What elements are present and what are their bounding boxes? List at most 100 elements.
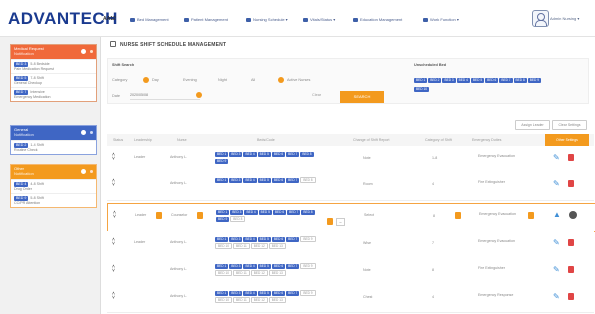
toggle-icon[interactable] [81,130,86,135]
notification-card[interactable]: BED 9 5-8 Shift CC/PR Attention [11,193,96,207]
group-header[interactable]: Other Notification [11,165,96,179]
bed-chip[interactable]: BED 9 [527,78,541,83]
bed-chip-unassigned[interactable]: BED 12 [250,297,268,303]
bed-chip[interactable]: BED 7 [286,178,300,183]
bed-chip[interactable]: BED 9 [216,217,230,222]
clear-button[interactable]: Clear [312,93,321,97]
bed-chip-unassigned[interactable]: BED 13 [268,297,286,303]
radio-day-icon[interactable] [143,77,149,83]
bed-chip[interactable]: BED 4 [243,291,257,296]
bed-chip-unassigned[interactable]: BED 8 [230,216,246,222]
reorder-arrows-icon[interactable]: ˄ ˅ [112,153,115,162]
bed-chip[interactable]: BED 5 [258,210,272,215]
bed-chip-unassigned[interactable]: BED 13 [268,270,286,276]
nav-vitals[interactable]: Vitals/Status ▾ [303,17,335,22]
bed-chip[interactable]: BED 4 [244,210,258,215]
category-dropdown-icon[interactable] [455,212,461,219]
toggle-icon[interactable] [81,169,86,174]
delete-icon[interactable] [568,154,574,161]
notification-card[interactable]: BED 4 4-8 Shift Drug Order [11,179,96,193]
bed-chip-unassigned[interactable]: BED 11 [233,243,250,249]
bed-chip-unassigned[interactable]: BED 8 [300,177,316,183]
bed-chip[interactable]: BED 3 [229,237,243,242]
bed-chip[interactable]: BED 6 [485,78,499,83]
bed-chip[interactable]: BED 4 [243,237,257,242]
bed-chip[interactable]: BED 3 [229,264,243,269]
table-row[interactable]: ˄ ˅ Leader Counselor BED 1 BED 3 BED 4 BED 5 BED… [107,203,595,232]
bed-chip[interactable]: BED 1 [215,264,229,269]
user-menu[interactable]: Admin Nursing ▾ [550,16,579,21]
bed-chip[interactable]: BED 6 [272,210,287,215]
bed-chip[interactable]: BED 6 [271,178,286,183]
reorder-arrows-icon[interactable]: ˄ ˅ [113,211,116,220]
cancel-icon[interactable] [569,211,577,219]
bed-chip-unassigned[interactable]: BED 9 [300,236,316,242]
option-day[interactable]: Day [152,78,159,82]
bed-chip[interactable]: BED 5 [257,291,271,296]
delete-icon[interactable] [568,180,574,187]
bed-chip[interactable]: BED 7 [286,237,300,242]
bed-chip-unassigned[interactable]: BED 10 [215,297,232,303]
bed-chip-unassigned[interactable]: BED 10 [215,243,232,249]
table-row[interactable]: ˄ ˅ Leader Anthony L. BED 1 BED 3 BED 4 BED 5 BE… [107,231,594,259]
leader-dropdown-icon[interactable] [156,212,162,219]
table-row[interactable]: ˄ ˅ Anthony L. BED 1 BED 3 BED 4 BED 5 BED 6 BED… [107,172,594,201]
bed-chip[interactable]: BED 7 [286,291,300,296]
bed-chip[interactable]: BED 8 [300,152,314,157]
bed-chip[interactable]: BED 5 [257,178,271,183]
table-row[interactable]: ˄ ˅ Anthony L. BED 1 BED 3 BED 4 BED 5 BED 6 BED… [107,258,594,286]
add-bed-icon[interactable] [327,218,333,225]
bed-chip[interactable]: BED 1 [216,210,230,215]
group-header[interactable]: Medical Request Notification [11,45,96,59]
bed-chip[interactable]: BED 3 [229,152,243,157]
bed-chip[interactable]: BED 4 [243,264,257,269]
bed-chip[interactable]: BED 6 [271,264,286,269]
bed-chip[interactable]: BED 6 [271,237,286,242]
bed-chip[interactable]: BED 1 [215,291,229,296]
table-row[interactable]: ˄ ˅ Anthony L. BED 1 BED 3 BED 4 BED 5 BED 6 BED… [107,285,594,313]
bed-chip[interactable]: BED 1 [215,178,229,183]
active-nurses-label[interactable]: Active Nurses [287,78,310,82]
bed-chip[interactable]: BED 8 [301,210,315,215]
bed-chip[interactable]: BED 5 [470,78,485,83]
delete-icon[interactable] [568,266,574,273]
option-all[interactable]: All [251,78,255,82]
bed-chip-unassigned[interactable]: BED 11 [233,270,250,276]
upload-icon[interactable]: ▲ [553,211,561,219]
delete-icon[interactable] [568,293,574,300]
option-night[interactable]: Night [218,78,227,82]
nurse-dropdown-icon[interactable] [197,212,203,219]
bed-chip-unassigned[interactable]: BED 12 [250,243,268,249]
reorder-arrows-icon[interactable]: ˄ ˅ [112,238,115,247]
notification-card[interactable]: BED 2 1-4 Shift Routine Check [11,140,96,154]
bed-chip[interactable]: BED 10 [414,87,429,92]
nav-education[interactable]: Education Management [353,17,402,22]
active-nurses-toggle-icon[interactable] [278,77,284,83]
edit-icon[interactable]: ✎ [553,239,560,247]
bed-chip[interactable]: BED 4 [243,178,257,183]
option-evening[interactable]: Evening [183,78,197,82]
nav-work-function[interactable]: Work Function ▾ [423,17,459,22]
edit-icon[interactable]: ✎ [553,266,560,274]
bed-chip[interactable]: BED 3 [229,178,243,183]
bed-chip[interactable]: BED 7 [287,210,301,215]
bed-chip[interactable]: BED 4 [243,152,257,157]
reorder-arrows-icon[interactable]: ˄ ˅ [112,179,115,188]
bed-chip[interactable]: BED 2 [428,78,442,83]
bed-chip-unassigned[interactable]: BED 10 [215,270,232,276]
nav-nursing-schedule[interactable]: Nursing Schedule ▾ [246,17,288,22]
bed-chip[interactable]: BED 3 [442,78,456,83]
nav-patient-management[interactable]: Patient Management [184,17,228,22]
date-input[interactable]: 2020/05/08 [130,93,200,100]
edit-icon[interactable]: ✎ [553,154,560,162]
toggle-icon[interactable] [81,49,86,54]
assign-leader-button[interactable]: Assign Leader [515,120,550,130]
bed-chip[interactable]: BED 7 [286,264,300,269]
bed-chip[interactable]: BED 1 [215,237,229,242]
notification-card[interactable]: BED 7 Intensive Emergency Medication [11,87,96,101]
remove-bed-icon[interactable]: – [336,218,345,226]
avatar-icon[interactable] [532,10,549,27]
reorder-arrows-icon[interactable]: ˄ ˅ [112,265,115,274]
table-row[interactable]: ˄ ˅ Leader Anthony L. BED 1 BED 3 BED 4 BED 5 BE… [107,146,594,173]
bed-chip[interactable]: BED 5 [257,264,271,269]
